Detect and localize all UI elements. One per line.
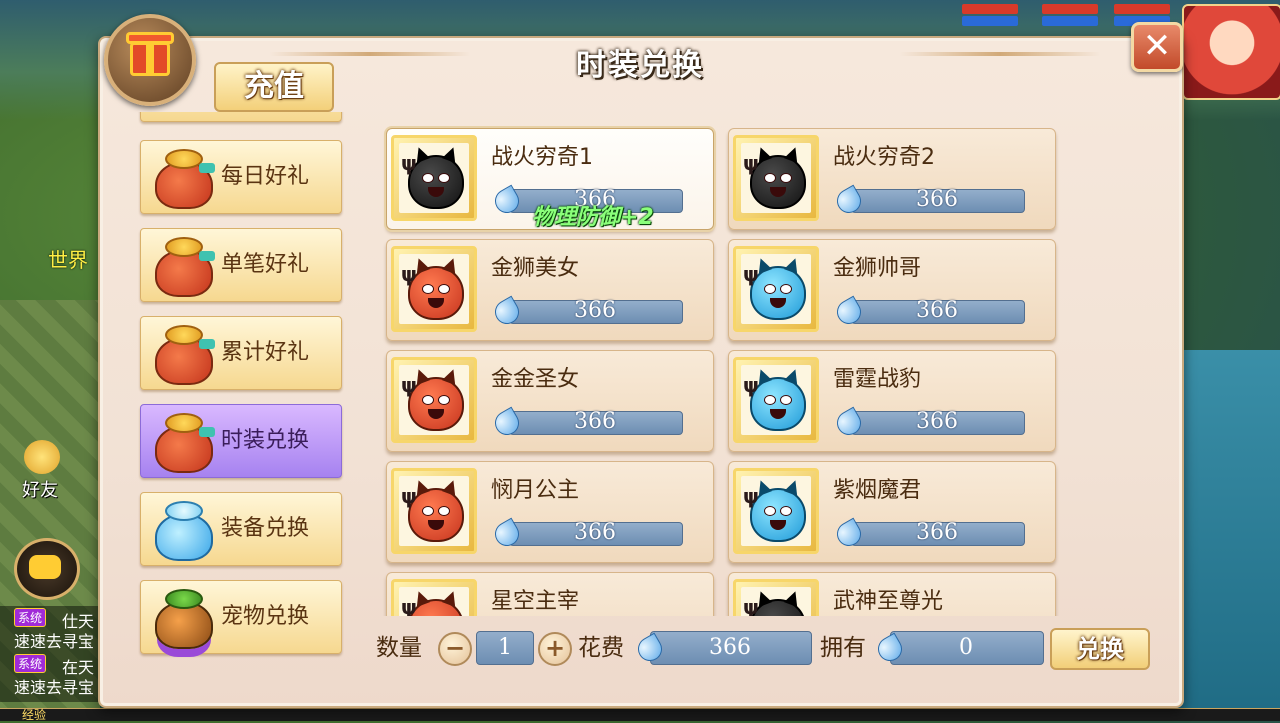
close-button[interactable]: ✕: [1131, 22, 1183, 72]
item-name: 悯月公主: [491, 478, 580, 503]
owned-display: 0: [874, 631, 1046, 665]
chat-line: 速速去寻宝: [14, 678, 95, 697]
chat-system-tag: 系统: [14, 654, 47, 673]
experience-label: 经验: [22, 708, 47, 722]
sidebar-item-label: 装备兑换: [221, 516, 310, 541]
item-name: 战火穷奇2: [833, 145, 935, 170]
experience-bar: 经验: [0, 708, 1280, 722]
red-lucky-bag-icon: [149, 147, 215, 209]
item-price-value: 366: [574, 520, 616, 545]
item-price-value: 366: [916, 187, 958, 212]
quantity-label: 数量: [376, 635, 422, 661]
item-name: 金狮帅哥: [833, 256, 922, 281]
sidebar-item-label: 宠物兑换: [221, 604, 310, 629]
sidebar-item-label: 时装兑换: [221, 428, 310, 453]
owned-label: 拥有: [820, 635, 866, 661]
chat-log: 系统 仕天 速速去寻宝 系统 在天 速速去寻宝: [0, 606, 100, 702]
item-price: 366: [833, 409, 1025, 435]
item-price: 366: [833, 520, 1025, 546]
item-name: 金狮美女: [491, 256, 580, 281]
cost-label: 花费: [578, 635, 624, 661]
sidebar-item-label: 累计好礼: [221, 340, 310, 365]
item-price-value: 366: [574, 409, 616, 434]
sidebar-item-daily-gift[interactable]: 每日好礼: [140, 140, 342, 214]
category-sidebar: 每日好礼 单笔好礼 累计好礼 时装兑换 装备兑换 宠物兑换: [138, 112, 344, 660]
fashion-item-card[interactable]: ψ 战火穷奇1 366 物理防御+2: [386, 128, 714, 230]
player-avatar[interactable]: [1182, 4, 1280, 100]
world-channel-label: 世界: [48, 248, 88, 272]
red-lucky-bag-icon: [149, 235, 215, 297]
red-lucky-bag-icon: [149, 411, 215, 473]
chat-system-tag: 系统: [14, 608, 47, 627]
pet-egg-icon: [149, 587, 215, 649]
quantity-plus-button[interactable]: +: [538, 632, 572, 666]
fashion-item-card[interactable]: ψ 金金圣女 366: [386, 350, 714, 452]
chat-button[interactable]: [14, 538, 80, 600]
gift-box-icon: [104, 14, 196, 106]
sidebar-item-pet-exchange[interactable]: 宠物兑换: [140, 580, 342, 654]
item-name: 星空主宰: [491, 589, 580, 614]
item-price-value: 366: [916, 520, 958, 545]
panel-title: 时装兑换: [576, 48, 704, 83]
quantity-minus-button[interactable]: −: [438, 632, 472, 666]
fashion-item-card[interactable]: ψ 武神至尊光 366: [728, 572, 1056, 616]
friends-label: 好友: [22, 480, 58, 501]
item-price: 366: [491, 409, 683, 435]
item-name: 紫烟魔君: [833, 478, 922, 503]
item-price-value: 366: [574, 298, 616, 323]
item-name: 武神至尊光: [833, 589, 944, 614]
item-price: 366: [833, 298, 1025, 324]
friends-button[interactable]: 好友: [14, 440, 66, 501]
item-price-value: 366: [916, 409, 958, 434]
title-ornament-right: [900, 52, 1100, 56]
item-buff-text: 物理防御+2: [532, 205, 654, 230]
sidebar-item-single-gift[interactable]: 单笔好礼: [140, 228, 342, 302]
exchange-button[interactable]: 兑换: [1050, 628, 1150, 670]
fashion-item-card[interactable]: ψ 战火穷奇2 366: [728, 128, 1056, 230]
blue-lucky-bag-icon: [149, 499, 215, 561]
cost-value: 366: [709, 635, 751, 660]
fashion-item-card[interactable]: ψ 星空主宰 366: [386, 572, 714, 616]
fashion-item-card[interactable]: ψ 金狮帅哥 366: [728, 239, 1056, 341]
item-price: 366: [491, 298, 683, 324]
item-name: 金金圣女: [491, 367, 580, 392]
item-price: 366: [833, 187, 1025, 213]
fashion-item-card[interactable]: ψ 紫烟魔君 366: [728, 461, 1056, 563]
item-price: 366: [491, 520, 683, 546]
sidebar-item-cumulative-gift[interactable]: 累计好礼: [140, 316, 342, 390]
sidebar-item-hidden: [140, 112, 342, 122]
chat-line: 速速去寻宝: [14, 632, 95, 651]
owned-value: 0: [959, 635, 973, 660]
red-lucky-bag-icon: [149, 323, 215, 385]
friends-icon: [24, 440, 60, 474]
item-price-value: 366: [916, 298, 958, 323]
sidebar-item-equipment-exchange[interactable]: 装备兑换: [140, 492, 342, 566]
item-name: 战火穷奇1: [491, 145, 593, 170]
cost-display: 366: [634, 631, 814, 665]
recharge-button[interactable]: 充值: [214, 62, 334, 112]
chat-bubble-icon: [29, 555, 61, 579]
sidebar-item-fashion-exchange[interactable]: 时装兑换: [140, 404, 342, 478]
quantity-value[interactable]: 1: [476, 631, 534, 665]
fashion-item-card[interactable]: ψ 金狮美女 366: [386, 239, 714, 341]
sidebar-item-label: 每日好礼: [221, 164, 310, 189]
item-name: 雷霆战豹: [833, 367, 922, 392]
sidebar-item-label: 单笔好礼: [221, 252, 310, 277]
fashion-item-card[interactable]: ψ 雷霆战豹 366: [728, 350, 1056, 452]
fashion-item-grid: ψ 战火穷奇1 366 物理防御+2 ψ 战火穷奇2 366 ψ 金狮美女 36…: [380, 122, 1070, 616]
fashion-item-card[interactable]: ψ 悯月公主 366: [386, 461, 714, 563]
title-ornament-left: [270, 52, 470, 56]
purchase-bar: 数量 − 1 + 花费 366 拥有 0 兑换: [376, 626, 1156, 670]
